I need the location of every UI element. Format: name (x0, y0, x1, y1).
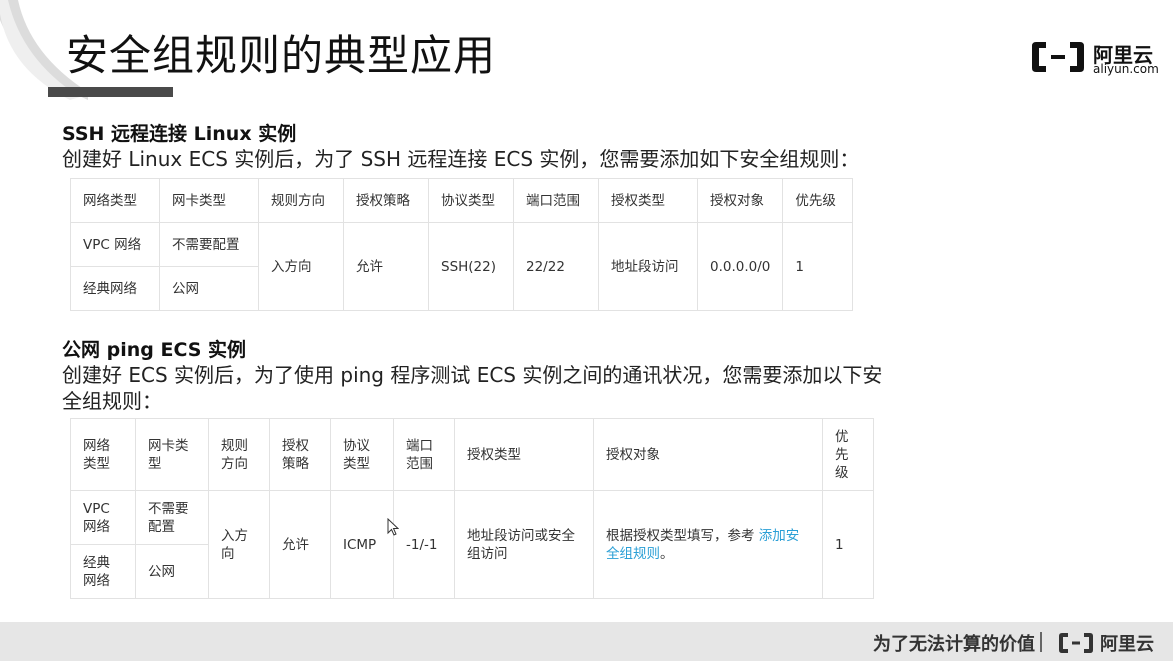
cell-nic-type: 公网 (159, 266, 259, 311)
cell-auth-type: 地址段访问 (598, 222, 698, 311)
header-cell: 规则方向 (258, 178, 344, 223)
cell-direction: 入方向 (258, 222, 344, 311)
auth-object-suffix: 。 (660, 545, 674, 562)
ssh-rules-table: 网络类型 网卡类型 规则方向 授权策略 协议类型 端口范围 授权类型 授权对象 … (70, 178, 854, 311)
footer-logo-text: 阿里云 (1100, 634, 1154, 655)
cell-auth-type: 地址段访问或安全组访问 (454, 490, 594, 599)
header-cell: 网卡类型 (159, 178, 259, 223)
header-cell: 协议类型 (428, 178, 514, 223)
header-cell: 授权类型 (454, 418, 594, 491)
cell-network-type: VPC 网络 (70, 222, 160, 267)
cell-direction: 入方向 (208, 490, 270, 599)
header-cell: 端口范围 (513, 178, 599, 223)
cell-network-type: 经典网络 (70, 266, 160, 311)
header-cell: 网卡类型 (135, 418, 209, 491)
table-row: VPC 网络 不需要配置 入方向 允许 SSH(22) 22/22 地址段访问 … (70, 222, 854, 311)
footer-logo-icon (1059, 633, 1093, 653)
section1-heading: SSH 远程连接 Linux 实例 (62, 123, 297, 145)
auth-object-text: 根据授权类型填写，参考 (606, 527, 759, 544)
header-cell: 授权类型 (598, 178, 698, 223)
title-accent-bar (48, 87, 173, 97)
header-cell: 规则方向 (208, 418, 270, 491)
footer-slogan: 为了无法计算的价值 (873, 634, 1035, 655)
header-cell: 授权对象 (696, 178, 784, 223)
header-cell: 网络类型 (70, 418, 136, 491)
table-header-row: 网络类型 网卡类型 规则方向 授权策略 协议类型 端口范围 授权类型 授权对象 … (70, 418, 874, 491)
section2-description: 创建好 ECS 实例后，为了使用 ping 程序测试 ECS 实例之间的通讯状况… (62, 363, 883, 413)
cell-network-type: VPC 网络 (70, 490, 136, 545)
header-cell: 授权策略 (343, 178, 429, 223)
mouse-cursor-icon (387, 518, 399, 536)
cell-port-range: -1/-1 (393, 490, 455, 599)
ping-rules-table: 网络类型 网卡类型 规则方向 授权策略 协议类型 端口范围 授权类型 授权对象 … (70, 418, 874, 599)
cell-policy: 允许 (343, 222, 429, 311)
cell-port-range: 22/22 (513, 222, 599, 311)
cell-priority: 1 (782, 222, 854, 311)
cell-policy: 允许 (269, 490, 331, 599)
aliyun-logo: 阿里云 aliyun.com (1030, 38, 1159, 78)
cell-priority: 1 (822, 490, 874, 599)
section2-heading: 公网 ping ECS 实例 (62, 339, 247, 361)
cell-auth-object: 0.0.0.0/0 (696, 222, 784, 311)
aliyun-logo-icon (1032, 42, 1084, 72)
table-header-row: 网络类型 网卡类型 规则方向 授权策略 协议类型 端口范围 授权类型 授权对象 … (70, 178, 854, 223)
page-title: 安全组规则的典型应用 (66, 31, 497, 80)
footer-divider (1040, 632, 1042, 652)
header-cell: 协议类型 (330, 418, 394, 491)
cell-auth-object: 根据授权类型填写，参考 添加安全组规则。 (593, 490, 823, 599)
header-cell: 授权对象 (593, 418, 823, 491)
logo-text-en: aliyun.com (1093, 62, 1159, 76)
cell-protocol: SSH(22) (428, 222, 514, 311)
header-cell: 优先级 (822, 418, 874, 491)
table-row: VPC 网络 不需要配置 入方向 允许 ICMP -1/-1 地址段访问或安全组… (70, 490, 874, 599)
cell-protocol: ICMP (330, 490, 394, 599)
footer-bar: 为了无法计算的价值 阿里云 (0, 622, 1173, 661)
header-cell: 网络类型 (70, 178, 160, 223)
cell-nic-type: 不需要配置 (159, 222, 259, 267)
cell-nic-type: 公网 (135, 544, 209, 599)
section1-description: 创建好 Linux ECS 实例后，为了 SSH 远程连接 ECS 实例，您需要… (62, 147, 860, 171)
header-cell: 优先级 (782, 178, 854, 223)
cell-nic-type: 不需要配置 (135, 490, 209, 545)
header-cell: 授权策略 (269, 418, 331, 491)
cell-network-type: 经典网络 (70, 544, 136, 599)
header-cell: 端口范围 (393, 418, 455, 491)
